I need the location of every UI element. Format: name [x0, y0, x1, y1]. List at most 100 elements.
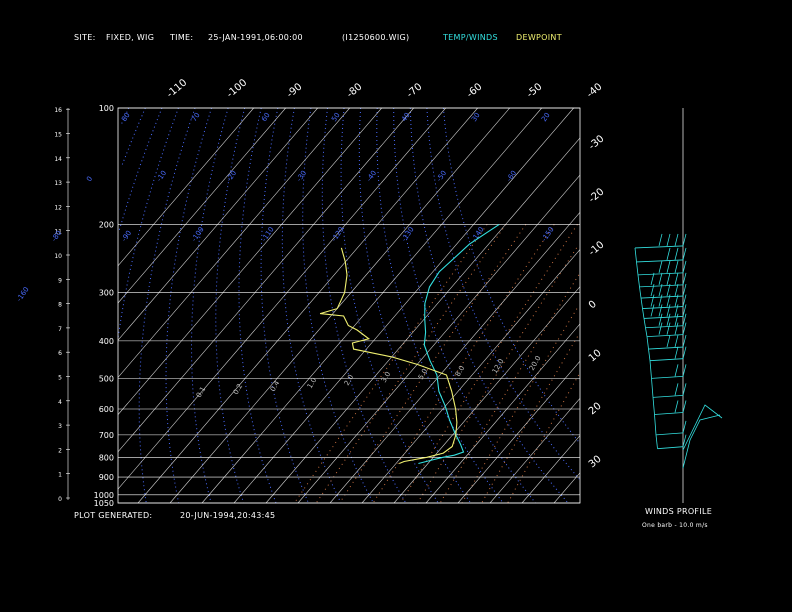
adiabat-label: -150: [540, 226, 556, 244]
adiabat-label: -90: [120, 229, 133, 243]
isotherm-top-label: -80: [345, 81, 365, 100]
height-tick-label: 15: [54, 132, 62, 139]
pressure-tick-label: 400: [99, 337, 114, 346]
wind-barb: [682, 383, 687, 396]
wind-barb-shaft: [652, 395, 684, 398]
isotherm-top-label: -110: [165, 77, 189, 100]
plot-generated-value: 20-JUN-1994,20:43:45: [180, 511, 276, 520]
pressure-tick-label: 600: [99, 405, 114, 414]
isotherm-line: [361, 249, 581, 504]
height-tick-label: 4: [58, 399, 62, 406]
adiabat-label: 30: [470, 111, 482, 123]
isotherm-line: [117, 107, 318, 341]
wind-barb: [682, 334, 687, 348]
plot-generated-label: PLOT GENERATED:: [74, 511, 153, 520]
height-tick-label: 2: [58, 447, 62, 454]
adiabat-label: 20: [540, 111, 552, 123]
isotherm-top-label: -40: [585, 81, 605, 100]
wind-barb: [674, 383, 679, 396]
height-tick-label: 0: [58, 496, 62, 503]
dry-adiabat-line: [393, 107, 536, 504]
adiabat-label: -20: [225, 169, 238, 183]
wind-barb: [658, 272, 663, 285]
isotherm-line: [117, 107, 382, 415]
adiabat-label: 70: [190, 111, 202, 123]
isotherm-line: [265, 137, 581, 504]
wind-barb: [666, 334, 671, 348]
wind-barb: [682, 400, 687, 413]
height-tick-label: 12: [54, 204, 62, 211]
height-tick-label: 7: [58, 326, 62, 333]
isotherm-line: [169, 107, 510, 504]
wind-barb: [666, 233, 671, 247]
height-tick-label: 16: [54, 107, 62, 114]
mixing-ratio-line: [507, 374, 580, 504]
height-tick-label: 3: [58, 423, 62, 430]
adiabat-label: 50: [330, 111, 342, 123]
dry-adiabat-line: [281, 107, 342, 504]
isotherm-line: [233, 107, 574, 504]
wind-barb: [682, 420, 687, 433]
isotherm-right-label: 0: [587, 299, 599, 312]
wind-barb-shaft: [634, 245, 684, 249]
wind-barb-shaft: [657, 446, 684, 450]
isotherm-line: [457, 360, 581, 504]
mixing-ratio-line: [293, 224, 488, 504]
height-tick-label: 1: [58, 472, 62, 479]
dry-adiabat-line: [321, 107, 407, 504]
pressure-tick-label: 900: [99, 473, 114, 482]
pressure-tick-label: 200: [99, 220, 114, 229]
wind-barb: [666, 247, 671, 261]
wind-barb: [658, 233, 663, 247]
wind-barb: [682, 233, 687, 247]
dry-adiabat-line: [238, 107, 277, 504]
isotherm-top-label: -70: [405, 81, 425, 100]
isotherm-right-label: -20: [587, 186, 607, 205]
isotherm-line: [489, 398, 581, 504]
isotherm-right-label: 20: [587, 401, 604, 418]
isotherm-right-label: -30: [587, 133, 607, 152]
adiabat-label: 0: [85, 175, 94, 183]
isotherm-line: [117, 107, 350, 378]
adiabat-label: -30: [295, 169, 308, 183]
dry-adiabat-line: [191, 107, 229, 504]
isotherm-line: [425, 323, 581, 504]
height-tick-label: 8: [58, 302, 62, 309]
isotherm-line: [117, 107, 414, 453]
height-tick-label: 6: [58, 350, 62, 357]
isotherm-line: [117, 107, 286, 304]
wind-barb: [674, 283, 679, 297]
isotherm-top-label: -100: [225, 77, 249, 100]
wind-barb-shaft: [649, 358, 684, 362]
dry-adiabat-line: [358, 107, 472, 504]
adiabat-label: -10: [155, 169, 168, 183]
wind-barb-shaft: [651, 375, 684, 379]
isotherm-top-label: -60: [465, 81, 485, 100]
wind-barb: [682, 283, 687, 297]
wind-barb-shaft: [640, 295, 684, 299]
mixing-ratio-label: 2.0: [343, 373, 355, 387]
wind-barb: [674, 247, 679, 261]
wind-barb: [674, 334, 679, 348]
adiabat-label: 60: [260, 111, 272, 123]
wind-barb-shaft: [654, 412, 684, 415]
isotherm-top-label: -90: [285, 81, 305, 100]
skew-t-diagram: 1002003004005006007008009001000105001234…: [15, 77, 723, 508]
wind-barb: [658, 260, 663, 273]
height-tick-label: 5: [58, 375, 62, 382]
height-tick-label: 13: [54, 180, 62, 187]
wind-barb: [674, 272, 679, 285]
adiabat-label: -50: [435, 169, 448, 183]
mixing-ratio-label: 8.0: [454, 364, 466, 378]
isotherm-line: [393, 286, 581, 504]
wind-barb-shaft: [655, 432, 684, 436]
adiabat-label: -60: [505, 169, 518, 183]
wind-barb-shaft: [637, 272, 684, 276]
adiabat-label: -40: [365, 169, 378, 183]
wind-barb: [666, 260, 671, 273]
pressure-tick-label: 300: [99, 289, 114, 298]
wind-barb: [666, 272, 671, 285]
wind-barb: [674, 346, 679, 359]
wind-barb: [682, 247, 687, 261]
wind-barb: [674, 233, 679, 247]
